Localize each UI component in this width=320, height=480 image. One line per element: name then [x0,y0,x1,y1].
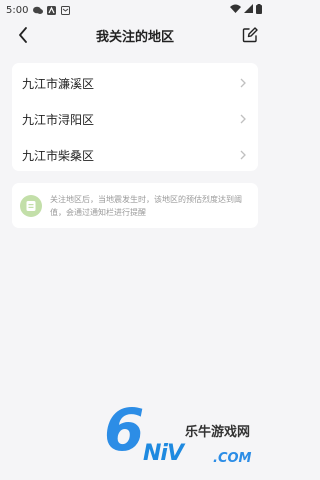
header: 我关注的地区 [0,20,270,50]
region-item[interactable]: 九江市柴桑区 [12,137,258,173]
info-text: 关注地区后，当地震发生时，该地区的预估烈度达到阈值，会通过通知栏进行提醒 [50,194,242,217]
wifi-icon [230,4,241,16]
region-item[interactable]: 九江市浔阳区 [12,101,258,137]
battery-icon [256,3,262,17]
chat-icon [33,6,44,14]
watermark-brand: 乐牛游戏网 [185,425,251,440]
status-time: 5:00 [6,4,29,16]
back-button[interactable] [14,26,32,44]
back-arrow-icon [19,27,27,43]
info-card: 关注地区后，当地震发生时，该地区的预估烈度达到阈值，会通过通知栏进行提醒 [12,183,258,228]
notification-icon [61,6,71,15]
region-label: 九江市浔阳区 [22,112,95,127]
chevron-right-icon [240,150,246,160]
watermark-domain: .COM [213,451,252,466]
nav-a-icon [47,6,57,15]
region-label: 九江市濂溪区 [22,76,95,91]
notice-icon [20,194,42,217]
status-left: 5:00 [6,4,71,16]
chevron-right-icon [240,114,246,124]
chevron-right-icon [240,78,246,88]
watermark-digit: 6 [104,396,145,464]
status-right [230,3,262,17]
edit-icon [242,27,258,43]
edit-button[interactable] [240,25,260,45]
region-list: 九江市濂溪区 九江市浔阳区 九江市柴桑区 [12,63,258,171]
status-bar: 5:00 [0,0,270,20]
region-label: 九江市柴桑区 [22,148,95,163]
page-title: 我关注的地区 [95,29,174,45]
signal-icon [244,4,253,16]
watermark-logo-text: NiV [143,441,184,466]
region-item[interactable]: 九江市濂溪区 [12,65,258,101]
